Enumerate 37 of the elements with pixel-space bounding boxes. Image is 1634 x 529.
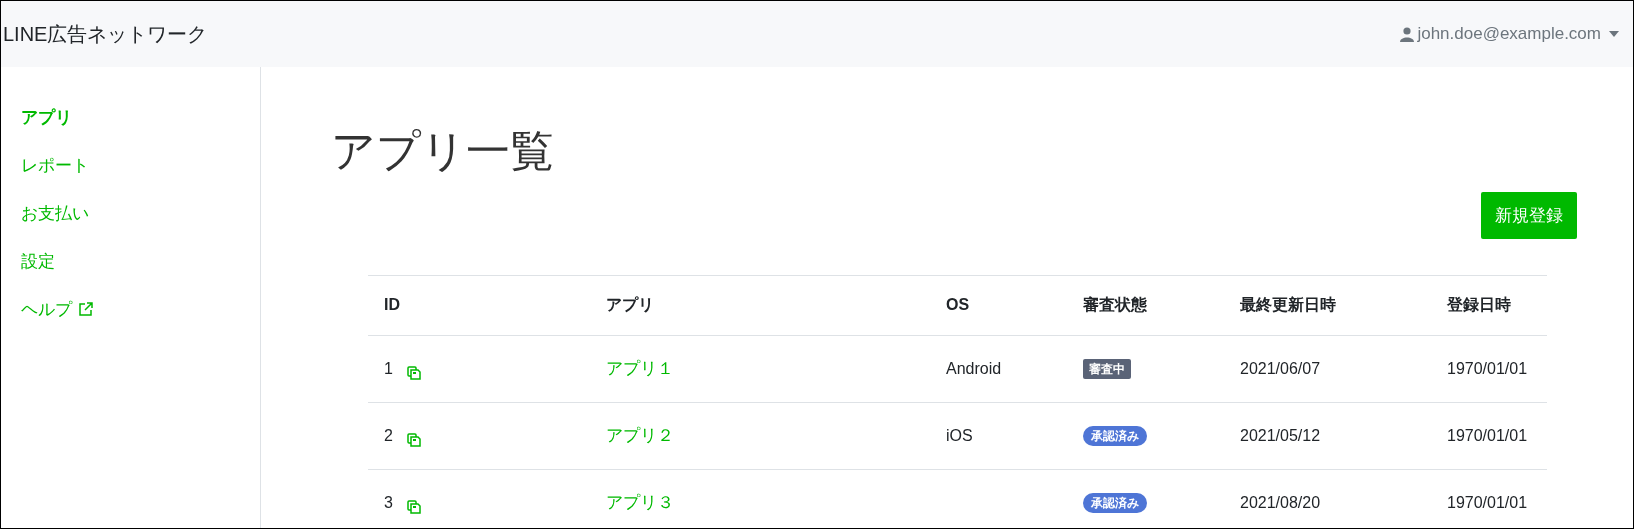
new-registration-button[interactable]: 新規登録 xyxy=(1481,191,1577,239)
app-link[interactable]: アプリ１ xyxy=(606,359,674,379)
brand-title[interactable]: LINE広告ネットワーク xyxy=(3,20,208,48)
column-header: 最終更新日時 xyxy=(1240,295,1336,313)
user-menu[interactable]: john.doe@example.com xyxy=(1399,24,1619,44)
sidebar-item[interactable]: お支払い xyxy=(1,189,109,237)
os-text: Android xyxy=(946,359,1002,377)
created-date: 1970/01/01 xyxy=(1447,493,1528,511)
created-date: 1970/01/01 xyxy=(1447,359,1528,377)
sidebar-item[interactable]: 設定 xyxy=(1,237,75,285)
copy-icon[interactable] xyxy=(406,365,421,380)
column-header: ID xyxy=(384,296,400,314)
id-text: 3 xyxy=(384,493,393,512)
column-header: 審査状態 xyxy=(1083,295,1147,313)
updated-date: 2021/05/12 xyxy=(1240,426,1321,444)
status-badge: 承認済み xyxy=(1083,493,1147,514)
caret-icon xyxy=(1609,31,1619,37)
app-link[interactable]: アプリ３ xyxy=(606,493,674,513)
copy-icon[interactable] xyxy=(406,432,421,447)
updated-date: 2021/08/20 xyxy=(1240,493,1321,511)
sidebar-item[interactable]: レポート xyxy=(1,141,109,189)
updated-date: 2021/06/07 xyxy=(1240,359,1321,377)
column-header: アプリ xyxy=(606,295,654,313)
id-text: 1 xyxy=(384,359,393,378)
sidebar-item[interactable]: アプリ xyxy=(1,93,92,141)
sidebar-item[interactable]: ヘルプ xyxy=(1,285,114,333)
column-header: OS xyxy=(946,296,970,314)
os-text: iOS xyxy=(946,426,973,444)
status-badge: 審査中 xyxy=(1083,359,1131,380)
copy-icon[interactable] xyxy=(406,499,421,514)
app-link[interactable]: アプリ２ xyxy=(606,426,674,446)
created-date: 1970/01/01 xyxy=(1447,426,1528,444)
page-title: アプリ一覧 xyxy=(331,125,555,177)
id-text: 2 xyxy=(384,426,393,445)
user-icon xyxy=(1399,26,1416,42)
status-badge: 承認済み xyxy=(1083,426,1147,447)
column-header: 登録日時 xyxy=(1447,295,1511,313)
